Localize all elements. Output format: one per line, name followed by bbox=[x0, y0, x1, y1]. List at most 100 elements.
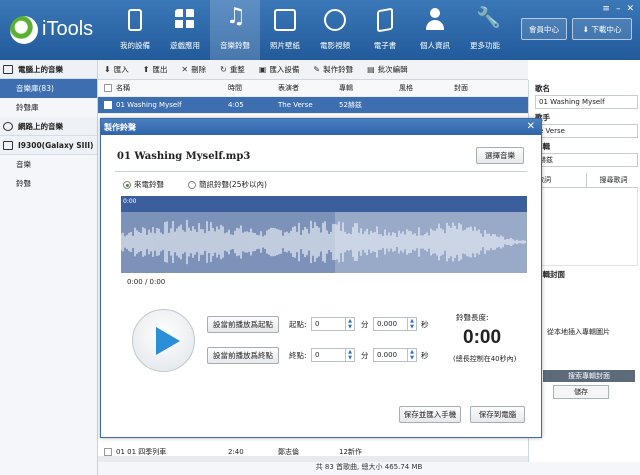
toolbar: ⬇ 匯入 ⬆ 匯出 ✕ 刪除 ↻ 重整 ▣ 匯入設備 ✎ 製作鈴聲 ▤ 批次編輯 bbox=[98, 60, 528, 80]
start-label: 起點: bbox=[289, 320, 307, 329]
artist-field[interactable]: e Verse bbox=[535, 124, 638, 138]
refresh-button[interactable]: ↻ 重整 bbox=[220, 64, 245, 75]
song-table: 名稱 時間 表演者 專輯 風格 封面 01 Washing Myself 4:0… bbox=[98, 80, 528, 114]
delete-button[interactable]: ✕ 刪除 bbox=[181, 64, 206, 75]
dialog-title: 製作鈴聲 bbox=[104, 122, 136, 132]
sidebar-section-web-music[interactable]: 網路上的音樂 bbox=[0, 117, 97, 136]
sidebar-item-ringtone-library[interactable]: 鈴聲庫 bbox=[0, 98, 97, 117]
song-name-label: 歌名 bbox=[535, 84, 550, 93]
second-unit: 秒 bbox=[421, 320, 429, 329]
make-ringtone-button[interactable]: ✎ 製作鈴聲 bbox=[313, 64, 353, 75]
nav-my-device[interactable]: 我的設備 bbox=[110, 0, 160, 60]
select-all-checkbox[interactable] bbox=[104, 84, 112, 92]
col-genre[interactable]: 風格 bbox=[399, 83, 454, 93]
set-end-button[interactable]: 設當前播放爲終點 bbox=[207, 347, 279, 364]
wrench-icon: 🔧 bbox=[476, 5, 501, 29]
ringtone-length-value: 0:00 bbox=[463, 327, 502, 348]
batch-edit-icon: ▤ bbox=[367, 65, 375, 74]
radio-dot bbox=[188, 180, 196, 189]
nav-photos-wallpapers[interactable]: 照片壁紙 bbox=[260, 0, 310, 60]
nav-ebooks[interactable]: 電子書 bbox=[360, 0, 410, 60]
artist-label: 歌手 bbox=[535, 113, 550, 122]
col-artist[interactable]: 表演者 bbox=[278, 83, 339, 93]
album-field[interactable]: 赫兹 bbox=[535, 153, 638, 167]
waveform-time: 0:00 bbox=[121, 196, 527, 212]
status-bar: 共 83 首歌曲, 總大小 465.74 MB bbox=[98, 462, 640, 475]
minimize-icon[interactable]: – bbox=[616, 4, 621, 14]
close-icon[interactable]: ✕ bbox=[527, 121, 535, 132]
start-minute-input[interactable]: 0 ▲ ▼ bbox=[311, 317, 355, 331]
upload-cover-link[interactable]: 從本地插入專輯圖片 bbox=[547, 327, 610, 337]
save-to-computer-button[interactable]: 保存到電腦 bbox=[470, 406, 525, 423]
apps-icon bbox=[175, 9, 195, 31]
download-center-button[interactable]: ⬇ 下載中心 bbox=[572, 18, 632, 40]
menu-icon[interactable]: ≡ bbox=[602, 4, 610, 14]
logo-icon bbox=[10, 16, 38, 44]
user-icon bbox=[425, 8, 445, 30]
import-device-icon: ▣ bbox=[258, 65, 267, 74]
import-icon: ⬇ bbox=[104, 65, 111, 74]
sidebar-section-local-music[interactable]: 電腦上的音樂 bbox=[0, 60, 97, 79]
song-name-field[interactable]: 01 Washing Myself bbox=[535, 95, 638, 109]
sidebar-item-device-music[interactable]: 音樂 bbox=[0, 155, 97, 174]
close-window-icon[interactable]: ✕ bbox=[626, 4, 634, 14]
choose-music-button[interactable]: 選擇音樂 bbox=[476, 147, 524, 164]
import-device-button[interactable]: ▣ 匯入設備 bbox=[259, 64, 300, 75]
waveform[interactable]: 0:00 bbox=[121, 196, 527, 273]
export-icon: ⬆ bbox=[142, 65, 150, 74]
end-minute-input[interactable]: 0 ▲ ▼ bbox=[311, 348, 355, 362]
radio-sms[interactable]: 簡訊鈴聲(25秒以內) bbox=[188, 179, 267, 190]
music-note-icon: ♫ bbox=[226, 4, 246, 29]
spin-arrows-icon[interactable]: ▲ ▼ bbox=[345, 318, 354, 330]
sidebar-item-device-ringtones[interactable]: 鈴聲 bbox=[0, 174, 97, 193]
col-album[interactable]: 專輯 bbox=[339, 83, 399, 93]
photo-icon bbox=[274, 9, 296, 31]
lyrics-area[interactable] bbox=[535, 188, 638, 266]
spin-arrows-icon[interactable]: ▲ ▼ bbox=[407, 349, 416, 361]
dialog-title-bar: 製作鈴聲 ✕ bbox=[101, 119, 541, 135]
row-checkbox[interactable] bbox=[104, 101, 112, 109]
ringtone-length-limit: (總長控制在40秒內) bbox=[453, 355, 517, 363]
row-checkbox[interactable] bbox=[104, 448, 112, 456]
waveform-graph bbox=[121, 219, 526, 265]
spin-arrows-icon[interactable]: ▲ ▼ bbox=[407, 318, 416, 330]
file-name: 01 Washing Myself.mp3 bbox=[117, 151, 251, 162]
radio-incoming-call[interactable]: 來電鈴聲 bbox=[123, 179, 164, 190]
save-import-phone-button[interactable]: 保存並匯入手機 bbox=[399, 406, 461, 423]
app-name: iTools bbox=[42, 18, 94, 40]
import-button[interactable]: ⬇ 匯入 bbox=[104, 64, 129, 75]
nav-movies-videos[interactable]: 電影視頻 bbox=[310, 0, 360, 60]
minute-unit: 分 bbox=[361, 320, 369, 329]
nav-more-functions[interactable]: 🔧 更多功能 bbox=[460, 0, 510, 60]
album-label: 專輯 bbox=[535, 142, 550, 151]
second-unit: 秒 bbox=[421, 351, 429, 360]
search-lyrics-button[interactable]: 搜尋歌詞 bbox=[586, 173, 638, 187]
sidebar-section-device[interactable]: I9300(Galaxy SIII) bbox=[0, 136, 97, 155]
play-button[interactable] bbox=[132, 309, 195, 372]
window-controls: ≡ – ✕ bbox=[602, 4, 634, 14]
nav-games-apps[interactable]: 遊戲應用 bbox=[160, 0, 210, 60]
nav-music-ringtones[interactable]: ♫ 音樂鈴聲 bbox=[210, 0, 260, 60]
sidebar-item-music-library[interactable]: 音樂庫(83) bbox=[0, 79, 97, 98]
nav-personal-info[interactable]: 個人資訊 bbox=[410, 0, 460, 60]
monitor-icon bbox=[3, 64, 13, 74]
lyrics-header: 歌詞 搜尋歌詞 bbox=[535, 173, 638, 188]
search-cover-button[interactable]: 搜索專輯封面 bbox=[543, 370, 635, 382]
col-time[interactable]: 時間 bbox=[228, 83, 278, 93]
phone-small-icon bbox=[3, 140, 13, 150]
col-cover[interactable]: 封面 bbox=[454, 83, 494, 93]
save-info-button[interactable]: 儲存 bbox=[553, 385, 609, 399]
book-icon bbox=[377, 7, 393, 33]
ringtone-dialog: 製作鈴聲 ✕ 01 Washing Myself.mp3 選擇音樂 來電鈴聲 簡… bbox=[100, 118, 542, 438]
set-start-button[interactable]: 設當前播放爲起點 bbox=[207, 316, 279, 333]
export-button[interactable]: ⬆ 匯出 bbox=[143, 64, 168, 75]
sidebar: 電腦上的音樂 音樂庫(83) 鈴聲庫 網路上的音樂 I9300(Galaxy S… bbox=[0, 60, 98, 475]
end-second-input[interactable]: 0.000 ▲ ▼ bbox=[373, 348, 417, 362]
batch-edit-button[interactable]: ▤ 批次編輯 bbox=[367, 64, 408, 75]
spin-arrows-icon[interactable]: ▲ ▼ bbox=[345, 349, 354, 361]
member-center-button[interactable]: 會員中心 bbox=[521, 18, 567, 40]
start-second-input[interactable]: 0.000 ▲ ▼ bbox=[373, 317, 417, 331]
radio-dot bbox=[123, 180, 131, 189]
col-name[interactable]: 名稱 bbox=[116, 83, 228, 93]
table-row[interactable]: 01 Washing Myself 4:05 The Verse 52赫兹 bbox=[98, 97, 528, 114]
